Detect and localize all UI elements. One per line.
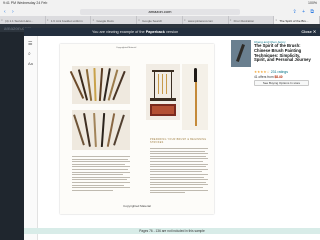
forward-button[interactable]: › [12, 9, 14, 15]
close-tab-icon[interactable]: × [47, 18, 49, 22]
status-bar: 9:41 PM Wednesday 24 Feb 100% [0, 0, 320, 7]
browser-tools: ⇪ + ⧉ [293, 9, 316, 15]
body-text-right [150, 148, 208, 195]
search-icon[interactable]: ⌕ [28, 51, 31, 57]
ratings-count: 231 ratings [270, 70, 289, 74]
url-field[interactable]: amazon.com [80, 8, 240, 15]
product-title[interactable]: The Spirit of the Brush: Chinese Brush P… [254, 43, 312, 63]
book-cover-thumbnail[interactable] [231, 40, 251, 67]
battery-indicator: 100% [308, 1, 317, 5]
tab[interactable]: × Google Search [137, 16, 183, 24]
tab[interactable]: × 1.6 mini booklet uniform [46, 16, 92, 24]
menu-icon[interactable]: ☰ [28, 41, 32, 47]
close-tab-icon[interactable]: × [138, 18, 140, 22]
offers-text: 41 offers from [254, 75, 274, 79]
tab-active[interactable]: × The Spirit of the Bru... [274, 16, 320, 24]
tab-title: Google Docs [96, 18, 114, 23]
buying-options-button[interactable]: See Buying Options In store [254, 80, 309, 86]
single-brush-photo [182, 64, 208, 130]
page-label: Copyrighted Material [116, 47, 137, 49]
new-tab-icon[interactable]: + [302, 9, 307, 15]
banner-suffix: version [165, 30, 179, 34]
viewer-toolbar: ☰ ⌕ Aa [24, 36, 38, 240]
address-bar: ‹ › amazon.com ⇪ + ⧉ [0, 7, 320, 16]
tab-title: Google Search [142, 18, 163, 23]
capped-brushes-photo [72, 110, 130, 150]
brush-stand-photo [146, 64, 180, 120]
close-tab-icon[interactable]: × [230, 18, 232, 22]
tabs-icon[interactable]: ⧉ [310, 9, 316, 15]
tab[interactable]: × Firor illustration [229, 16, 275, 24]
back-button[interactable]: ‹ [4, 9, 6, 15]
clock: 9:41 PM Wednesday 24 Feb [3, 1, 48, 5]
tab[interactable]: × Google Docs [91, 16, 138, 24]
tab[interactable]: × (4) 1.1 Suzuki Haru... [0, 16, 46, 24]
close-tab-icon[interactable]: × [275, 18, 277, 22]
look-inside-viewer: You are viewing example of the Paperback… [24, 28, 320, 240]
font-icon[interactable]: Aa [28, 61, 33, 66]
tab-title: 1.6 mini booklet uniform [50, 18, 83, 23]
url-text: amazon.com [148, 8, 172, 14]
tab-strip: × (4) 1.1 Suzuki Haru... × 1.6 mini bookle… [0, 16, 320, 24]
price: $8.40 [274, 75, 283, 79]
body-text-left [72, 156, 130, 192]
tab-title: (4) 1.1 Suzuki Haru... [5, 18, 34, 23]
sample-banner: You are viewing example of the Paperback… [24, 28, 320, 36]
brushes-photo [69, 66, 130, 104]
close-tab-icon[interactable]: × [92, 18, 94, 22]
banner-text: You are viewing example of the Paperback… [92, 28, 178, 36]
sample-range-note: Pages 76 - 136 are not included in this … [24, 228, 320, 234]
tab[interactable]: × www.pinterest.com [183, 16, 229, 24]
offers-line: 41 offers from $8.40 [254, 75, 282, 79]
section-heading: PREPARING YOUR BRUSH & BEGINNING STROKES [150, 138, 207, 144]
book-page: Copyrighted Material PREPARING YOUR BRUS… [60, 44, 214, 214]
banner-message: You are viewing example of the [92, 30, 145, 34]
copyright-mark: Copyrighted Material [123, 204, 151, 208]
tab-title: www.pinterest.com [187, 18, 214, 23]
close-tab-icon[interactable]: × [1, 18, 3, 22]
tab-title: Firor illustration [233, 18, 255, 23]
star-rating[interactable]: ★★★★☆ 231 ratings [254, 70, 288, 74]
stars-icon: ★★★★☆ [254, 70, 270, 74]
banner-format[interactable]: Paperback [146, 30, 165, 34]
tab-title: The Spirit of the Bru... [279, 18, 309, 23]
share-icon[interactable]: ⇪ [293, 9, 299, 15]
close-tab-icon[interactable]: × [184, 18, 186, 22]
close-button[interactable]: Close ✕ [301, 28, 316, 36]
product-card: Cheng and Chen Jenny The Spirit of the B… [229, 37, 314, 93]
